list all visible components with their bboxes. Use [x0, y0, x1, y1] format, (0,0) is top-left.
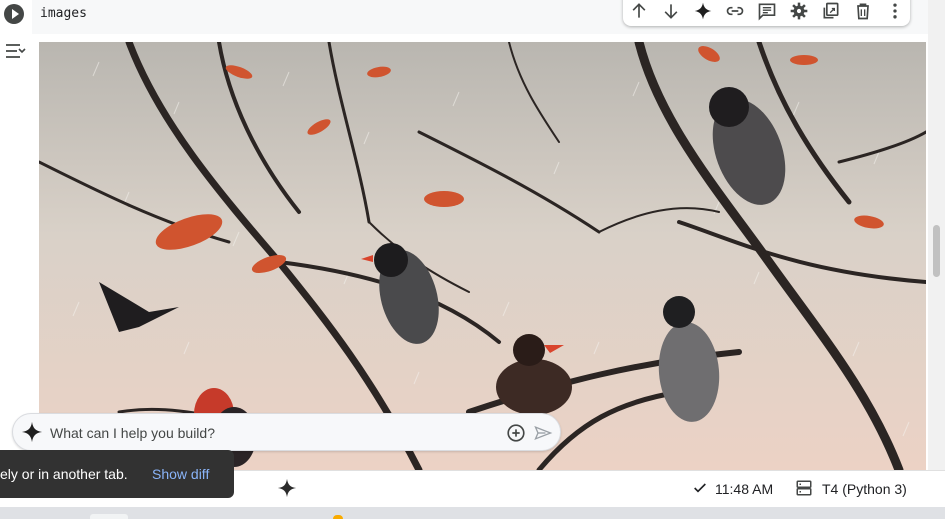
check-icon: [694, 483, 706, 493]
more-options-button[interactable]: [883, 0, 907, 23]
show-diff-button[interactable]: Show diff: [152, 466, 209, 482]
code-text[interactable]: images: [40, 6, 87, 21]
scrollbar-thumb[interactable]: [933, 225, 940, 277]
gemini-sparkle-icon[interactable]: [277, 478, 297, 498]
prompt-input[interactable]: [50, 423, 490, 443]
birds-in-tree-painting: [39, 42, 926, 470]
mirror-cell-icon: [823, 2, 839, 19]
cell-toolbar: [623, 0, 910, 26]
send-icon[interactable]: [533, 423, 553, 443]
mirror-cell-button[interactable]: [819, 0, 843, 23]
execution-time[interactable]: 11:48 AM: [715, 481, 773, 497]
runtime-label[interactable]: T4 (Python 3): [822, 481, 907, 497]
arrow-up-icon: [632, 3, 646, 18]
taskbar-strip: [0, 507, 945, 519]
snackbar-message: ely or in another tab.: [0, 466, 128, 482]
add-circle-icon[interactable]: [505, 422, 527, 444]
taskbar-tab[interactable]: [90, 514, 128, 519]
more-vert-icon: [893, 3, 897, 19]
delete-cell-button[interactable]: [851, 0, 875, 23]
taskbar-app-icon[interactable]: [333, 515, 343, 519]
move-cell-up-button[interactable]: [627, 0, 651, 23]
output-gutter: [0, 34, 39, 470]
link-button[interactable]: [723, 0, 747, 23]
comment-icon: [758, 3, 776, 21]
output-image: [39, 42, 926, 470]
runtime-icon[interactable]: [795, 479, 813, 497]
cell-settings-button[interactable]: [787, 0, 811, 23]
comment-button[interactable]: [755, 0, 779, 23]
run-cell-button[interactable]: [4, 4, 24, 24]
move-cell-down-button[interactable]: [659, 0, 683, 23]
output-actions-icon[interactable]: [4, 42, 26, 60]
link-icon: [726, 6, 744, 16]
arrow-down-icon: [664, 4, 678, 19]
gear-icon: [790, 2, 808, 20]
gemini-sparkle-icon: [21, 421, 43, 443]
trash-icon: [857, 3, 869, 20]
gemini-sparkle-icon: [694, 2, 712, 20]
gemini-button[interactable]: [691, 0, 715, 23]
